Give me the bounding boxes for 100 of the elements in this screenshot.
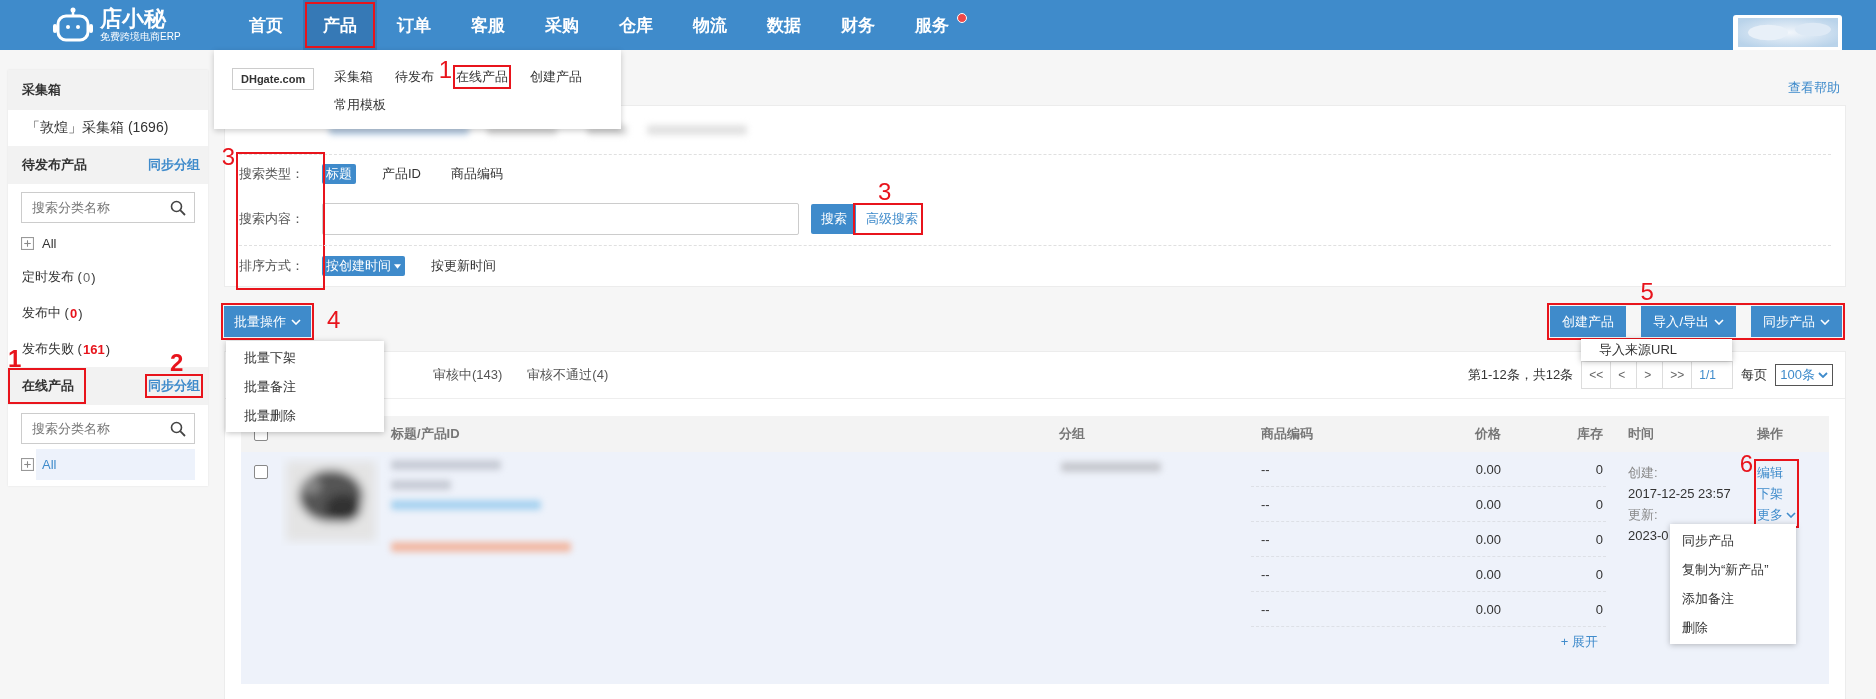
column-header: 操作 <box>1756 425 1784 443</box>
sort-option[interactable]: 按创建时间 <box>322 256 405 276</box>
table-cell-text: 0.00 <box>1474 566 1502 582</box>
search-icon[interactable] <box>170 200 186 216</box>
menu-item[interactable]: 复制为“新产品” <box>1670 555 1796 584</box>
logo-name: 店小秘 <box>100 7 168 31</box>
menu-item[interactable]: 批量备注 <box>226 372 384 401</box>
search-button[interactable]: 搜索 <box>811 204 856 234</box>
logo-tagline: 免费跨境电商ERP <box>100 31 181 43</box>
nav-tab[interactable]: 服务 <box>895 0 969 50</box>
nav-tab[interactable]: 客服 <box>451 0 525 50</box>
table-cell-text: -- <box>1260 601 1271 617</box>
menu-item[interactable]: 在线产品 <box>456 68 509 86</box>
action-link[interactable]: 下架 <box>1757 483 1783 504</box>
menu-item[interactable]: 批量删除 <box>226 401 384 430</box>
table-cell-text: 0.00 <box>1474 461 1502 477</box>
status-item[interactable]: 发布中 (0) <box>22 295 83 331</box>
time-label: 创建: <box>1628 464 1658 482</box>
field-label: 搜索内容： <box>239 210 305 228</box>
advanced-search-link[interactable]: 高级搜索 <box>864 206 920 232</box>
callout-number: 3 <box>221 145 235 169</box>
table-cell-text: 0.00 <box>1474 531 1502 547</box>
menu-item[interactable]: 添加备注 <box>1670 584 1796 613</box>
nav-tab[interactable]: 仓库 <box>599 0 673 50</box>
menu-item[interactable]: 常用模板 <box>334 96 387 114</box>
expand-icon[interactable] <box>21 458 34 471</box>
nav-tab[interactable]: 首页 <box>229 0 303 50</box>
table-cell-text: 0 <box>1594 496 1604 512</box>
chevron-down-icon <box>1818 372 1828 378</box>
search-field[interactable]: 搜索分类名称 <box>21 413 195 444</box>
nav-tab[interactable]: 订单 <box>377 0 451 50</box>
search-type-option[interactable]: 商品编码 <box>447 164 507 184</box>
status-tab[interactable]: 审核中(143) <box>433 352 503 398</box>
sidebar-item[interactable]: 「敦煌」采集箱 (1696) <box>8 110 208 146</box>
caret-icon <box>394 263 401 269</box>
menu-item[interactable]: 采集箱 <box>334 68 374 86</box>
batch-actions-button[interactable]: 批量操作 <box>224 306 311 337</box>
search-type-option[interactable]: 标题 <box>322 164 356 184</box>
chevron-down-icon <box>1786 511 1796 518</box>
nav-tab[interactable]: 产品 <box>303 0 377 50</box>
callout-number: 1 <box>438 58 453 82</box>
callout-number: 5 <box>1640 280 1654 304</box>
nav-tab[interactable]: 数据 <box>747 0 821 50</box>
expand-link[interactable]: + 展开 <box>1560 633 1598 651</box>
more-link[interactable]: 更多 <box>1757 504 1796 525</box>
column-header: 标题/产品ID <box>390 425 461 443</box>
toolbar-button[interactable]: 导入/导出 <box>1641 306 1736 337</box>
status-tab[interactable]: 审核不通过(4) <box>527 352 609 398</box>
expand-icon[interactable] <box>21 237 34 250</box>
search-input[interactable] <box>322 203 799 235</box>
tree-item[interactable]: All <box>36 449 195 480</box>
help-link[interactable]: 查看帮助 <box>1788 78 1840 97</box>
menu-item[interactable]: 同步产品 <box>1670 526 1796 555</box>
nav-tab[interactable]: 采购 <box>525 0 599 50</box>
column-header: 价格 <box>1473 425 1502 443</box>
menu-item[interactable]: 创建产品 <box>530 68 583 86</box>
notification-dot <box>957 13 967 23</box>
status-item[interactable]: 发布失败 (161) <box>22 331 110 367</box>
menu-item[interactable]: 待发布 <box>395 68 435 86</box>
search-type-option[interactable]: 产品ID <box>378 164 425 184</box>
callout-number: 6 <box>1739 452 1753 476</box>
column-header: 商品编码 <box>1260 425 1314 443</box>
search-field[interactable]: 搜索分类名称 <box>21 192 195 223</box>
table-cell-text: -- <box>1260 531 1271 547</box>
table-cell-text: -- <box>1260 461 1271 477</box>
menu-item[interactable]: 批量下架 <box>226 343 384 372</box>
time-value: 2017-12-25 23:57 <box>1628 485 1731 503</box>
table-cell-text: 0 <box>1594 531 1604 547</box>
column-header: 时间 <box>1627 425 1655 443</box>
blurred-text <box>391 480 451 490</box>
chevron-down-icon <box>1714 318 1724 325</box>
menu-item[interactable]: 导入来源URL <box>1581 339 1732 361</box>
section-title: 在线产品 <box>22 377 74 395</box>
field-label: 排序方式： <box>239 257 305 275</box>
checkbox[interactable] <box>254 465 268 479</box>
callout-number: 2 <box>170 351 184 375</box>
field-label: 搜索类型： <box>239 165 305 183</box>
sync-groups-link[interactable]: 同步分组 <box>148 377 200 395</box>
status-item[interactable]: 定时发布 (0) <box>22 259 96 295</box>
chevron-down-icon <box>1820 318 1830 325</box>
table-cell-text: -- <box>1260 496 1271 512</box>
callout-number: 1 <box>8 347 22 371</box>
dhgate-logo[interactable]: DHgate.com <box>232 68 315 90</box>
time-value: 2023-0 <box>1628 527 1669 545</box>
toolbar-button[interactable]: 创建产品 <box>1550 306 1627 337</box>
robot-logo-icon <box>52 7 94 43</box>
action-link[interactable]: 编辑 <box>1757 462 1783 483</box>
sort-option[interactable]: 按更新时间 <box>427 256 500 276</box>
menu-item[interactable]: 删除 <box>1670 613 1796 642</box>
per-page-select[interactable]: 100条 <box>1775 364 1833 386</box>
nav-tab[interactable]: 财务 <box>821 0 895 50</box>
callout-number: 3 <box>878 180 892 204</box>
toolbar-button[interactable]: 同步产品 <box>1751 306 1842 337</box>
section-title: 采集箱 <box>22 81 61 99</box>
sync-groups-link[interactable]: 同步分组 <box>148 156 200 174</box>
column-header: 库存 <box>1576 425 1604 443</box>
tree-item[interactable]: All <box>42 228 195 259</box>
nav-tab[interactable]: 物流 <box>673 0 747 50</box>
table-cell-text: 0 <box>1594 461 1604 477</box>
search-icon[interactable] <box>170 421 186 437</box>
